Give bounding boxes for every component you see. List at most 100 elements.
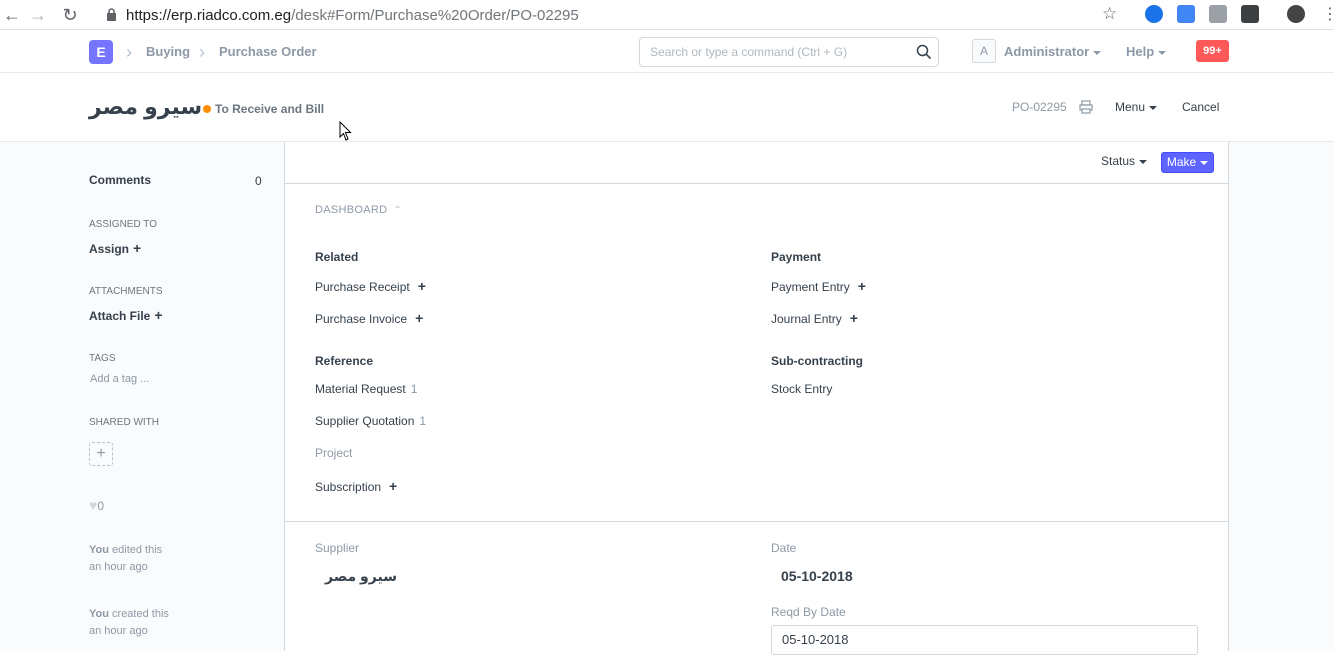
menu-label: Menu <box>1115 100 1146 114</box>
form-main: Status Make DASHBOARD ⌃ Related Purchase … <box>284 142 1229 655</box>
cancel-button[interactable]: Cancel <box>1182 100 1219 114</box>
tags-heading: TAGS <box>89 353 116 364</box>
caret-down-icon <box>1158 50 1167 55</box>
status-indicator: To Receive and Bill <box>203 102 324 116</box>
forward-icon[interactable]: → <box>26 3 50 27</box>
like-count: 0 <box>97 499 104 513</box>
date-value[interactable]: 05-10-2018 <box>781 568 853 584</box>
payment-heading: Payment <box>771 250 822 264</box>
printer-icon[interactable] <box>1079 100 1093 114</box>
bookmark-star-icon[interactable]: ☆ <box>1102 4 1117 24</box>
subcontracting-heading: Sub-contracting <box>771 354 863 368</box>
dashboard-heading: DASHBOARD <box>315 204 388 216</box>
assign-link[interactable]: Assign + <box>89 240 141 256</box>
chevron-up-icon: ⌃ <box>393 205 403 216</box>
extension-icon[interactable] <box>1177 5 1195 23</box>
supplier-quotation-link[interactable]: Supplier Quotation <box>315 414 414 428</box>
profile-avatar-icon[interactable] <box>1287 5 1305 23</box>
status-button-label: Status <box>1101 154 1136 168</box>
browser-menu-icon[interactable]: ⋮ <box>1322 4 1334 24</box>
purchase-invoice-link[interactable]: Purchase Invoice <box>315 312 407 326</box>
awesome-bar <box>639 37 939 67</box>
plus-icon[interactable]: + <box>389 478 397 494</box>
attach-file-link[interactable]: Attach File + <box>89 307 163 323</box>
subscription-link[interactable]: Subscription <box>315 480 381 494</box>
url-host: https://erp.riadco.com.eg <box>126 6 292 24</box>
supplier-quotation-count: 1 <box>419 414 427 428</box>
dashboard-toggle[interactable]: DASHBOARD ⌃ <box>315 204 402 216</box>
plus-icon[interactable]: + <box>858 278 866 294</box>
stock-entry-link[interactable]: Stock Entry <box>771 382 832 396</box>
caret-down-icon <box>1093 50 1102 55</box>
add-share-button[interactable]: + <box>89 442 113 466</box>
timeline-time: an hour ago <box>89 625 148 637</box>
help-label: Help <box>1126 44 1155 59</box>
status-text: To Receive and Bill <box>215 102 325 116</box>
chevron-right-icon: › <box>126 42 132 62</box>
document-name: PO-02295 <box>1012 100 1067 114</box>
comments-label[interactable]: Comments <box>89 173 151 187</box>
journal-entry-link[interactable]: Journal Entry <box>771 312 842 326</box>
app-navbar: E › Buying › Purchase Order A Administra… <box>0 31 1334 73</box>
like-button[interactable]: ♥0 <box>89 497 104 513</box>
chevron-right-icon: › <box>199 42 205 62</box>
payment-item: Payment Entry + <box>771 278 866 294</box>
status-dot-icon <box>203 105 211 113</box>
user-name: Administrator <box>1004 44 1090 59</box>
user-avatar[interactable]: A <box>972 39 996 63</box>
material-request-count: 1 <box>410 382 418 396</box>
app-logo[interactable]: E <box>89 40 113 64</box>
timeline-time: an hour ago <box>89 561 148 573</box>
plus-icon[interactable]: + <box>415 310 423 326</box>
notifications-badge[interactable]: 99+ <box>1196 40 1229 62</box>
make-button[interactable]: Make <box>1161 152 1214 173</box>
breadcrumb-purchase-order[interactable]: Purchase Order <box>219 31 317 73</box>
add-tag-link[interactable]: Add a tag ... <box>90 373 149 385</box>
section-divider <box>285 521 1228 522</box>
purchase-receipt-link[interactable]: Purchase Receipt <box>315 280 410 294</box>
status-button[interactable]: Status <box>1101 154 1148 168</box>
shared-with-heading: SHARED WITH <box>89 417 159 428</box>
search-input[interactable] <box>640 38 900 66</box>
address-bar[interactable]: https://erp.riadco.com.eg/desk#Form/Purc… <box>126 0 579 30</box>
page-title: سيرو مصر <box>89 94 203 119</box>
plus-icon: + <box>133 240 142 256</box>
search-icon[interactable] <box>916 44 932 60</box>
url-path: /desk#Form/Purchase%20Order/PO-02295 <box>291 6 579 24</box>
timeline-action: edited this <box>112 544 163 556</box>
reference-item: Supplier Quotation 1 <box>315 414 426 428</box>
comments-count: 0 <box>255 174 262 188</box>
reference-heading: Reference <box>315 354 374 368</box>
caret-down-icon <box>1149 105 1158 110</box>
extension-icon[interactable] <box>1145 5 1163 23</box>
extension-icon[interactable] <box>1241 5 1259 23</box>
help-dropdown[interactable]: Help <box>1126 31 1167 73</box>
reference-item: Material Request 1 <box>315 382 417 396</box>
payment-entry-link[interactable]: Payment Entry <box>771 280 850 294</box>
plus-icon[interactable]: + <box>850 310 858 326</box>
reload-icon[interactable]: ↻ <box>58 3 82 27</box>
assigned-to-heading: ASSIGNED TO <box>89 219 157 230</box>
payment-item: Journal Entry + <box>771 310 858 326</box>
plus-icon: + <box>154 307 163 323</box>
timeline-item: You created this an hour ago <box>89 606 169 640</box>
page-head: سيرو مصر To Receive and Bill PO-02295 Me… <box>0 74 1334 142</box>
back-icon[interactable]: ← <box>0 3 24 27</box>
breadcrumb-buying[interactable]: Buying <box>146 31 190 73</box>
plus-icon[interactable]: + <box>418 278 426 294</box>
related-heading: Related <box>315 250 359 264</box>
material-request-link[interactable]: Material Request <box>315 382 406 396</box>
related-item: Purchase Invoice + <box>315 310 423 326</box>
supplier-value[interactable]: سيرو مصر <box>325 568 397 585</box>
timeline-item: You edited this an hour ago <box>89 542 162 576</box>
menu-button[interactable]: Menu <box>1115 100 1158 114</box>
supplier-label: Supplier <box>315 541 360 555</box>
project-link[interactable]: Project <box>315 446 352 460</box>
attachments-heading: ATTACHMENTS <box>89 286 163 297</box>
timeline-action: created this <box>112 608 169 620</box>
form-toolbar: Status Make <box>285 142 1228 184</box>
extension-icon[interactable] <box>1209 5 1227 23</box>
caret-down-icon <box>1200 160 1209 165</box>
reqd-by-date-label: Reqd By Date <box>771 605 846 619</box>
user-dropdown[interactable]: Administrator <box>1004 31 1102 73</box>
